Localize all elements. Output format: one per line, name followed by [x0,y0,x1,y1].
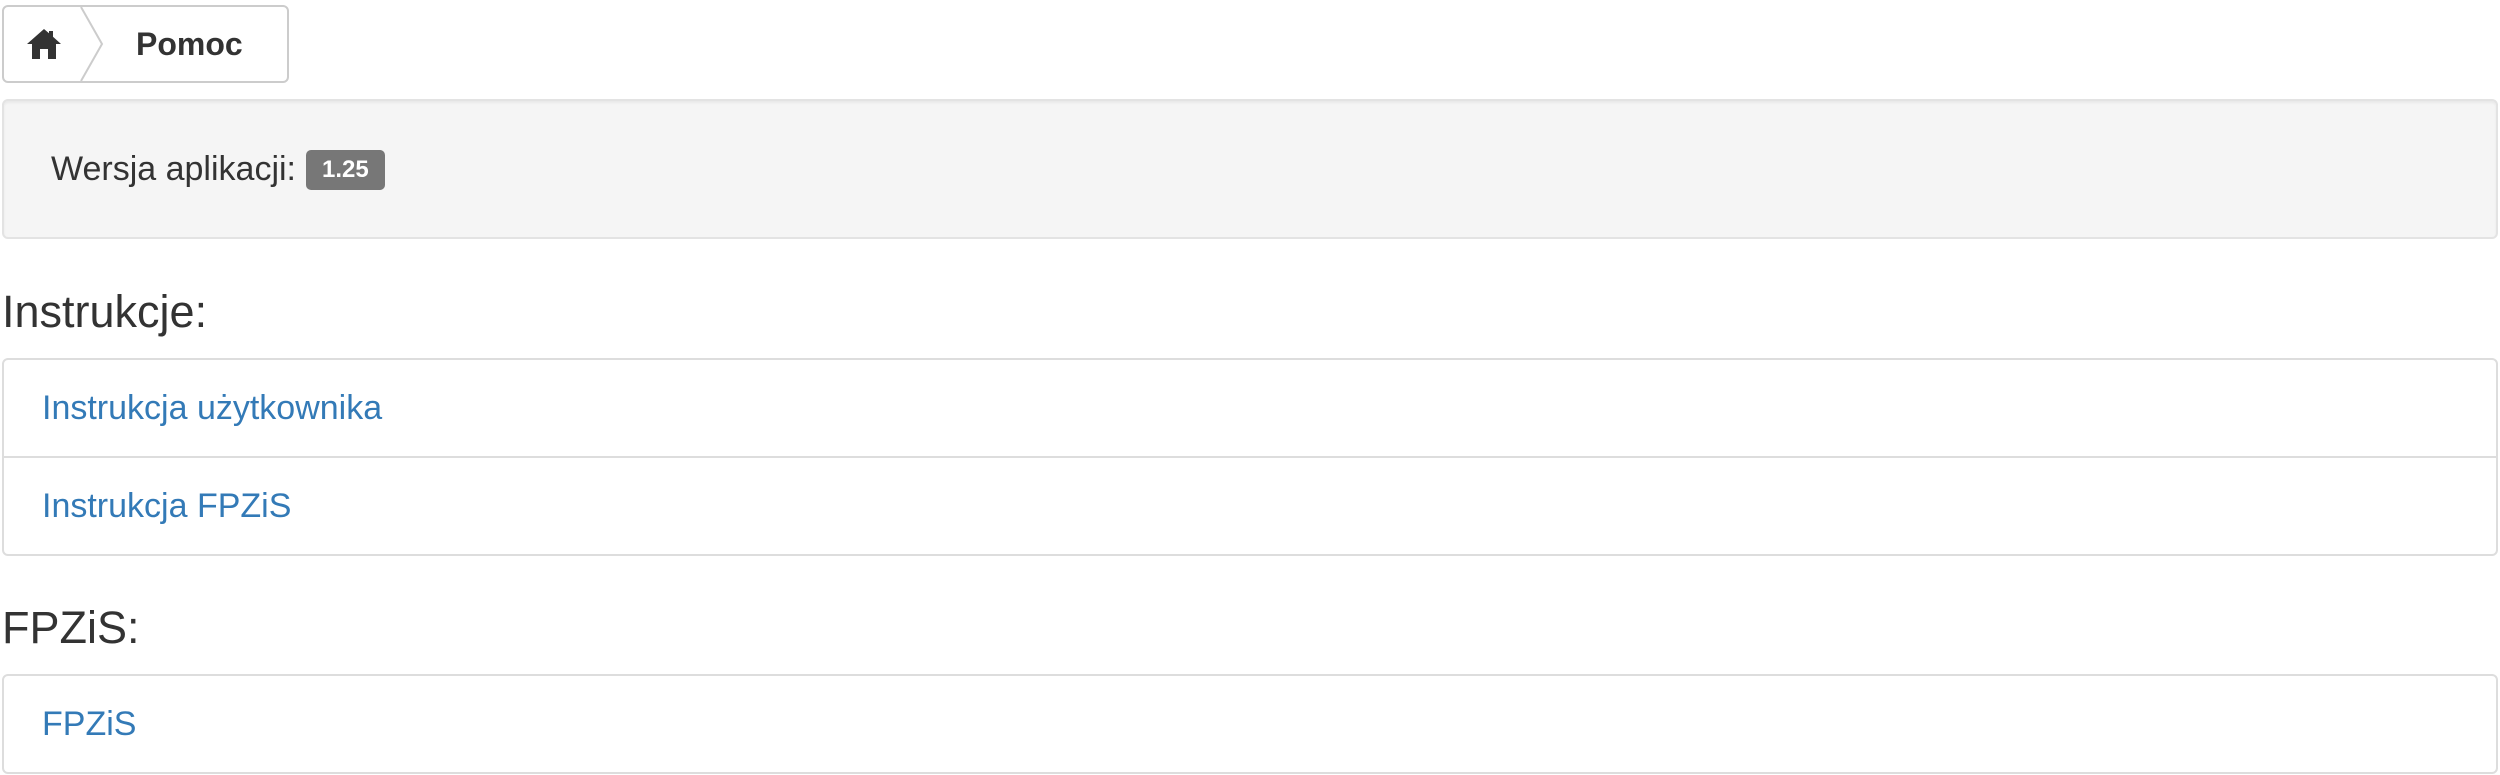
breadcrumb-home-link[interactable] [4,7,80,81]
user-manual-link[interactable]: Instrukcja użytkownika [42,389,382,428]
help-page: Pomoc Wersja aplikacji: 1.25 Instrukcje:… [0,0,2500,775]
list-item: Instrukcja użytkownika [4,360,2496,456]
home-icon [21,27,63,61]
instructions-heading: Instrukcje: [2,286,208,337]
breadcrumb: Pomoc [2,5,289,83]
fpzis-link[interactable]: FPZiS [42,705,136,744]
instructions-list: Instrukcja użytkownika Instrukcja FPZiS [2,358,2498,556]
version-badge: 1.25 [306,150,385,190]
list-item: Instrukcja FPZiS [4,456,2496,554]
version-label: Wersja aplikacji: [51,149,297,188]
fpzis-heading: FPZiS: [2,602,140,653]
breadcrumb-current: Pomoc [136,25,243,62]
version-panel: Wersja aplikacji: 1.25 [2,99,2498,239]
breadcrumb-separator [80,7,104,81]
fpzis-manual-link[interactable]: Instrukcja FPZiS [42,487,291,526]
list-item: FPZiS [4,676,2496,772]
fpzis-list: FPZiS [2,674,2498,774]
